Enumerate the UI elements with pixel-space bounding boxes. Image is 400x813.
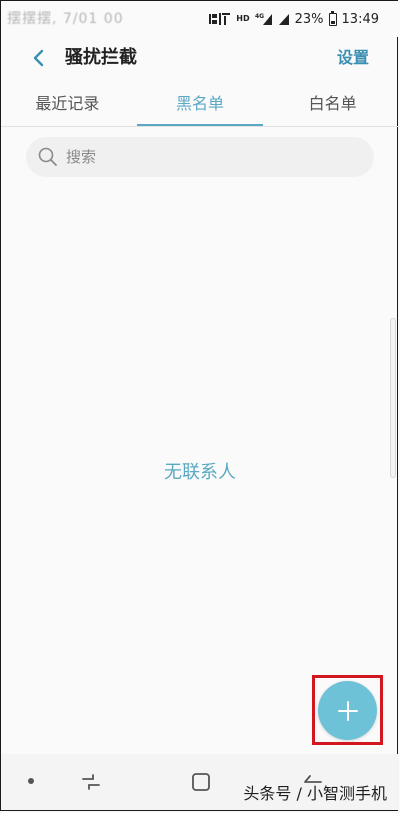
cell-signal-icon: 4G — [255, 12, 273, 26]
recents-button[interactable] — [77, 768, 105, 796]
tab-recent[interactable]: 最近记录 — [1, 86, 134, 126]
tab-bar: 最近记录 黑名单 白名单 — [1, 86, 399, 127]
signal-icon — [209, 12, 231, 26]
scrollbar[interactable] — [390, 318, 396, 478]
status-icons: HD 4G 23% 13:49 — [209, 10, 379, 28]
chevron-left-icon — [33, 49, 44, 67]
settings-button[interactable]: 设置 — [337, 46, 369, 70]
watermark-text: 头条号 / 小智测手机 — [243, 784, 387, 803]
status-bar: 摆摆摆, 7/01 00 HD 4G 23% 13:49 — [1, 1, 399, 37]
status-notification-text: 摆摆摆, 7/01 00 — [7, 11, 124, 27]
hd-icon: HD — [236, 14, 250, 23]
battery-percent: 23% — [294, 11, 324, 27]
plus-icon — [337, 700, 358, 721]
home-button[interactable] — [187, 768, 215, 796]
recents-icon — [82, 774, 100, 790]
home-icon — [192, 773, 210, 791]
search-bar[interactable] — [26, 137, 374, 177]
nav-dot-icon[interactable] — [28, 778, 34, 784]
search-input[interactable] — [64, 147, 348, 167]
add-contact-button[interactable] — [318, 681, 377, 740]
empty-state-message: 无联系人 — [164, 462, 236, 483]
search-icon — [38, 147, 57, 166]
svg-text:4G: 4G — [255, 13, 264, 20]
tab-blacklist[interactable]: 黑名单 — [134, 86, 267, 126]
status-time: 13:49 — [341, 11, 379, 27]
battery-icon — [328, 10, 337, 26]
app-bar: 骚扰拦截 设置 — [1, 37, 399, 79]
back-button[interactable] — [23, 43, 53, 73]
navigation-bar: 头条号 / 小智测手机 — [1, 754, 399, 810]
page-title: 骚扰拦截 — [65, 47, 137, 68]
tab-whitelist[interactable]: 白名单 — [266, 86, 399, 126]
wifi-signal-icon — [278, 12, 290, 26]
